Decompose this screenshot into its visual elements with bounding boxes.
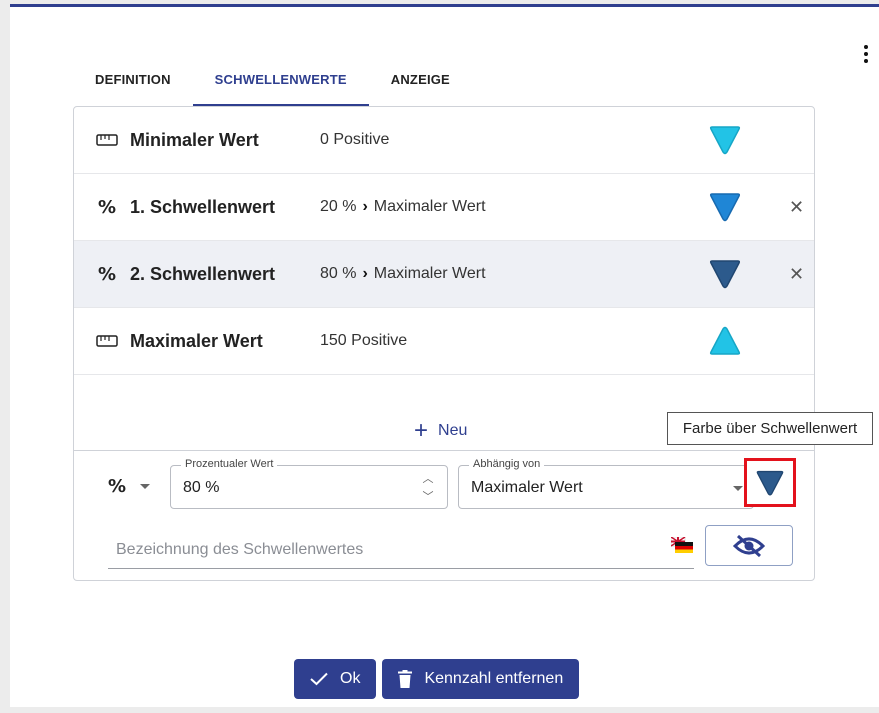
threshold-value: 0 Positive	[320, 131, 390, 148]
color-tooltip: Farbe über Schwellenwert	[667, 412, 873, 445]
ok-button[interactable]: Ok	[294, 659, 377, 699]
threshold-name-field[interactable]	[108, 531, 694, 568]
threshold-name-input[interactable]	[108, 531, 694, 569]
dialog-footer: Ok Kennzahl entfernen	[294, 659, 580, 699]
threshold-color-picker[interactable]	[744, 458, 796, 507]
triangle-down-icon[interactable]	[708, 257, 742, 291]
more-options-icon[interactable]	[858, 41, 874, 67]
check-icon	[310, 672, 328, 686]
percent-value-field[interactable]: Prozentualer Wert 80 % ︿ ﹀	[170, 458, 448, 509]
threshold-row-min[interactable]: Minimaler Wert 0 Positive	[74, 107, 814, 174]
threshold-title: 1. Schwellenwert	[130, 196, 276, 217]
triangle-down-icon[interactable]	[708, 123, 742, 157]
threshold-panel: Minimaler Wert 0 Positive % 1. Schwellen…	[73, 106, 873, 581]
visibility-toggle-button[interactable]	[705, 525, 793, 566]
tab-schwellenwerte[interactable]: SCHWELLENWERTE	[192, 51, 369, 107]
close-icon[interactable]: ✕	[789, 264, 804, 285]
threshold-dialog: DEFINITION SCHWELLENWERTE ANZEIGE Minima…	[10, 4, 879, 707]
triangle-down-icon[interactable]	[708, 190, 742, 224]
threshold-title: Maximaler Wert	[130, 330, 263, 351]
threshold-title: 2. Schwellenwert	[130, 263, 276, 284]
threshold-type-select[interactable]: %	[108, 471, 162, 501]
remove-kpi-button[interactable]: Kennzahl entfernen	[382, 659, 580, 699]
stepper-icon[interactable]: ︿ ﹀	[421, 470, 435, 504]
close-icon[interactable]: ✕	[789, 197, 804, 218]
ruler-icon	[96, 331, 118, 351]
threshold-row-1[interactable]: % 1. Schwellenwert 20 % › Maximaler Wert…	[74, 174, 814, 241]
tab-anzeige[interactable]: ANZEIGE	[369, 51, 472, 107]
add-threshold-button[interactable]: + Neu	[414, 418, 467, 444]
threshold-value: 150 Positive	[320, 332, 408, 349]
threshold-row-max[interactable]: Maximaler Wert 150 Positive	[74, 308, 814, 375]
threshold-title: Minimaler Wert	[130, 129, 259, 150]
triangle-up-icon[interactable]	[708, 324, 742, 358]
threshold-value: 80 % › Maximaler Wert	[320, 265, 486, 282]
tab-definition[interactable]: DEFINITION	[73, 51, 193, 107]
trash-icon	[398, 670, 413, 688]
percent-icon: %	[97, 196, 117, 218]
percent-icon: %	[108, 475, 127, 497]
caret-down-icon	[140, 483, 151, 489]
triangle-down-icon	[756, 470, 784, 496]
plus-icon: +	[414, 417, 429, 444]
percent-icon: %	[97, 263, 117, 285]
language-flag-icon[interactable]	[671, 537, 693, 553]
threshold-row-2[interactable]: % 2. Schwellenwert 80 % › Maximaler Wert…	[74, 241, 814, 308]
ruler-icon	[96, 130, 118, 150]
eye-off-icon	[733, 534, 765, 557]
divider	[74, 450, 814, 451]
threshold-value: 20 % › Maximaler Wert	[320, 198, 486, 215]
caret-down-icon	[733, 486, 743, 491]
depends-on-select[interactable]: Abhängig von Maximaler Wert	[458, 458, 754, 509]
chevron-right-icon: ›	[362, 198, 368, 215]
tab-bar: DEFINITION SCHWELLENWERTE ANZEIGE	[73, 51, 472, 107]
chevron-right-icon: ›	[362, 265, 368, 282]
